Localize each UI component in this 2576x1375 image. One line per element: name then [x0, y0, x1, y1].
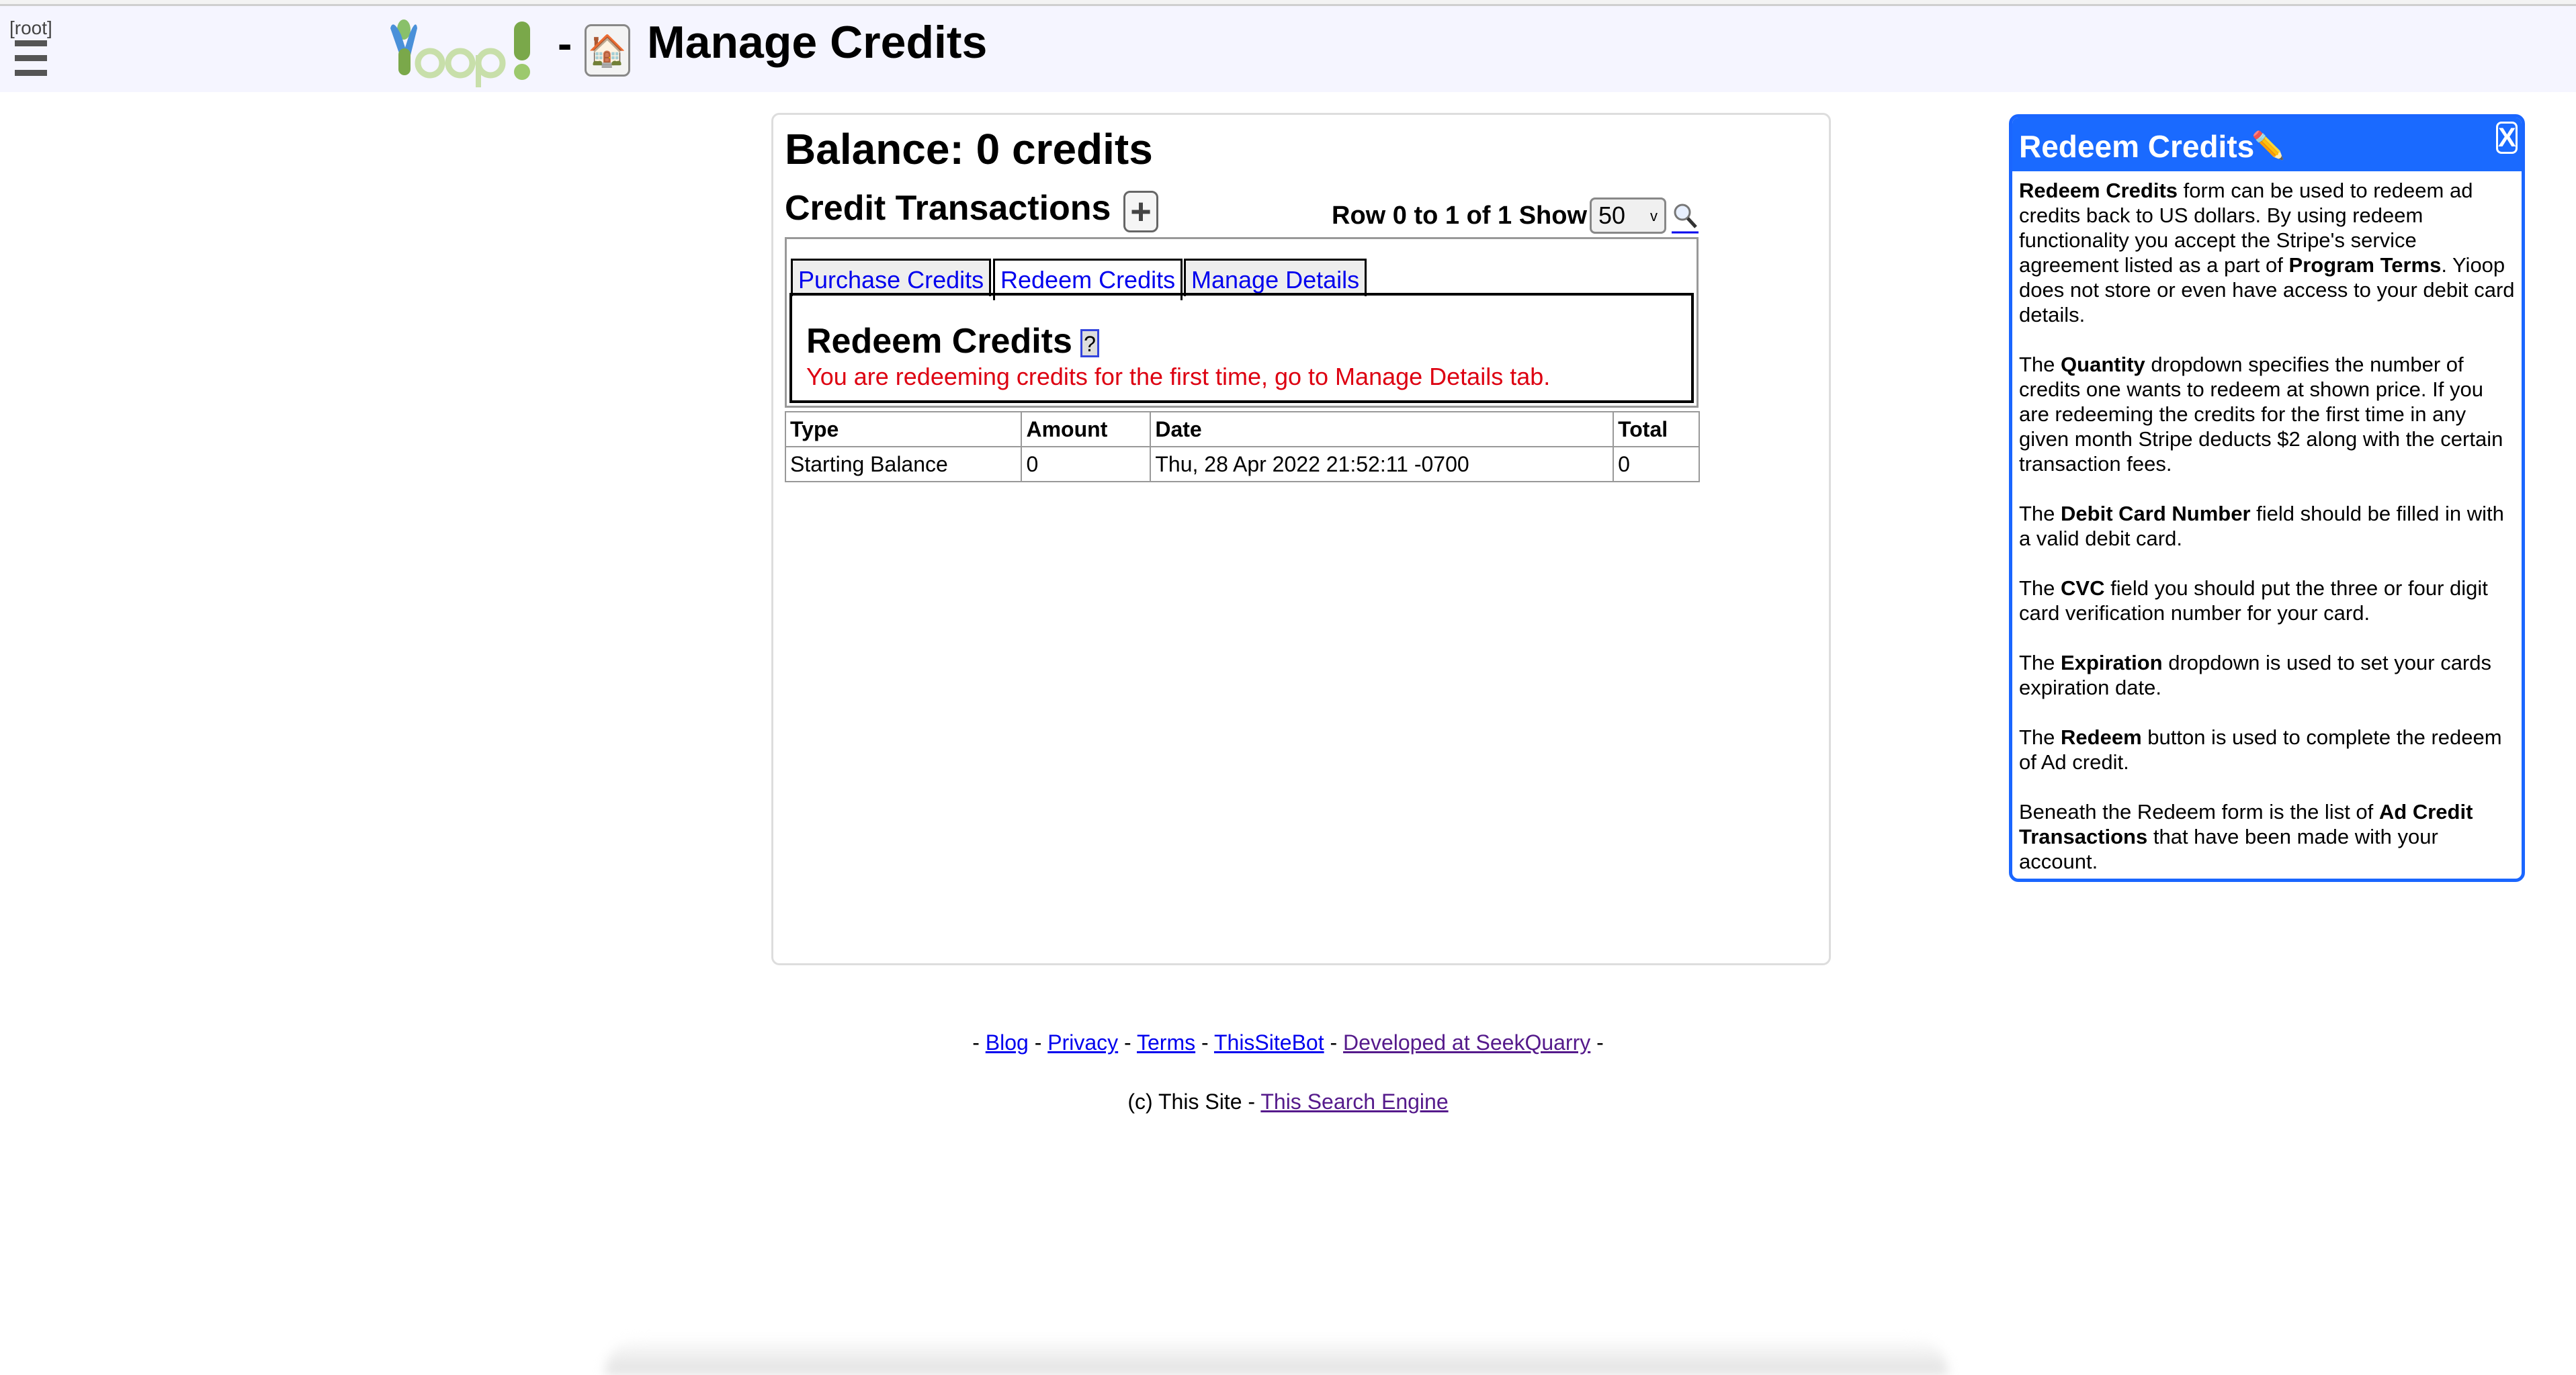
- tab-purchase-credits[interactable]: Purchase Credits: [791, 259, 992, 296]
- cell-date: Thu, 28 Apr 2022 21:52:11 -0700: [1150, 446, 1615, 482]
- copyright-text: (c) This Site -: [1127, 1090, 1256, 1114]
- help-paragraph: Redeem Credits form can be used to redee…: [2019, 179, 2515, 326]
- help-paragraph: Beneath the Redeem form is the list of A…: [2019, 800, 2473, 873]
- balance-heading: Balance: 0 credits: [785, 125, 1153, 173]
- help-paragraph: The Redeem button is used to complete th…: [2019, 725, 2502, 774]
- rows-per-page-value: 50: [1598, 202, 1626, 229]
- column-header-total: Total: [1613, 411, 1700, 447]
- cell-amount: 0: [1021, 446, 1152, 482]
- help-panel-header: Redeem Credits ✏️ X: [2012, 118, 2522, 171]
- yioop-logo[interactable]: [386, 15, 548, 89]
- help-keyword: Program Terms: [2288, 253, 2442, 277]
- first-time-warning: You are redeeming credits for the first …: [806, 363, 1551, 390]
- help-panel-title: Redeem Credits: [2019, 129, 2255, 164]
- row-range-label: Row 0 to 1 of 1 Show: [1332, 202, 1588, 230]
- help-keyword: Debit Card Number: [2061, 502, 2251, 525]
- plus-icon: +: [1130, 191, 1152, 232]
- column-header-amount: Amount: [1021, 411, 1152, 447]
- house-icon: 🏠: [588, 32, 627, 68]
- page-title: Manage Credits: [647, 17, 988, 68]
- help-button[interactable]: ?: [1080, 329, 1099, 357]
- browser-top-border: [0, 0, 2576, 6]
- menu-icon[interactable]: [15, 40, 47, 78]
- help-keyword: Ad Credit Transactions: [2019, 800, 2473, 848]
- add-transaction-button[interactable]: +: [1123, 191, 1158, 232]
- rows-per-page-select[interactable]: 50 v: [1590, 197, 1666, 234]
- help-keyword: Redeem Credits: [2019, 179, 2178, 202]
- help-panel-body: Redeem Credits form can be used to redee…: [2012, 171, 2522, 879]
- footer-link-developed-at-seekquarry[interactable]: Developed at SeekQuarry: [1343, 1030, 1590, 1055]
- help-paragraph: The Debit Card Number field should be fi…: [2019, 502, 2504, 550]
- pencil-icon[interactable]: ✏️: [2251, 130, 2285, 161]
- tab-manage-details[interactable]: Manage Details: [1184, 259, 1367, 296]
- title-separator: -: [558, 19, 572, 68]
- help-keyword: CVC: [2061, 576, 2105, 600]
- help-keyword: Expiration: [2061, 651, 2163, 674]
- footer-link-privacy[interactable]: Privacy: [1047, 1030, 1118, 1055]
- redeem-panel-title: Redeem Credits: [806, 322, 1072, 361]
- table-header-row: Type Amount Date Total: [784, 411, 1700, 447]
- help-keyword: Quantity: [2061, 353, 2145, 376]
- column-header-type: Type: [784, 411, 1023, 447]
- help-panel: Redeem Credits ✏️ X Redeem Credits form …: [2009, 114, 2525, 882]
- transactions-table: Type Amount Date Total Starting Balance …: [784, 411, 1700, 482]
- footer-link-search-engine[interactable]: This Search Engine: [1260, 1090, 1448, 1114]
- transactions-title: Credit Transactions: [785, 189, 1111, 228]
- home-button[interactable]: 🏠: [585, 24, 630, 77]
- help-paragraph: The Quantity dropdown specifies the numb…: [2019, 353, 2503, 476]
- chevron-down-icon: v: [1650, 208, 1658, 224]
- table-row: Starting Balance 0 Thu, 28 Apr 2022 21:5…: [784, 446, 1700, 482]
- bottom-shadow: [605, 1337, 1948, 1375]
- footer-copyright: (c) This Site - This Search Engine: [0, 1090, 2576, 1114]
- help-paragraph: The Expiration dropdown is used to set y…: [2019, 651, 2491, 699]
- cell-total: 0: [1613, 446, 1700, 482]
- column-header-date: Date: [1150, 411, 1615, 447]
- footer-links: - Blog - Privacy - Terms - ThisSiteBot -…: [972, 1030, 1604, 1055]
- footer-link-thissitebot[interactable]: ThisSiteBot: [1214, 1030, 1324, 1055]
- footer-link-terms[interactable]: Terms: [1137, 1030, 1195, 1055]
- help-paragraph: The CVC field you should put the three o…: [2019, 576, 2488, 625]
- cell-type: Starting Balance: [784, 446, 1023, 482]
- footer-link-blog[interactable]: Blog: [986, 1030, 1029, 1055]
- help-keyword: Redeem: [2061, 725, 2142, 749]
- close-help-button[interactable]: X: [2496, 122, 2518, 154]
- root-label: [root]: [9, 17, 52, 38]
- search-icon[interactable]: [1672, 202, 1699, 234]
